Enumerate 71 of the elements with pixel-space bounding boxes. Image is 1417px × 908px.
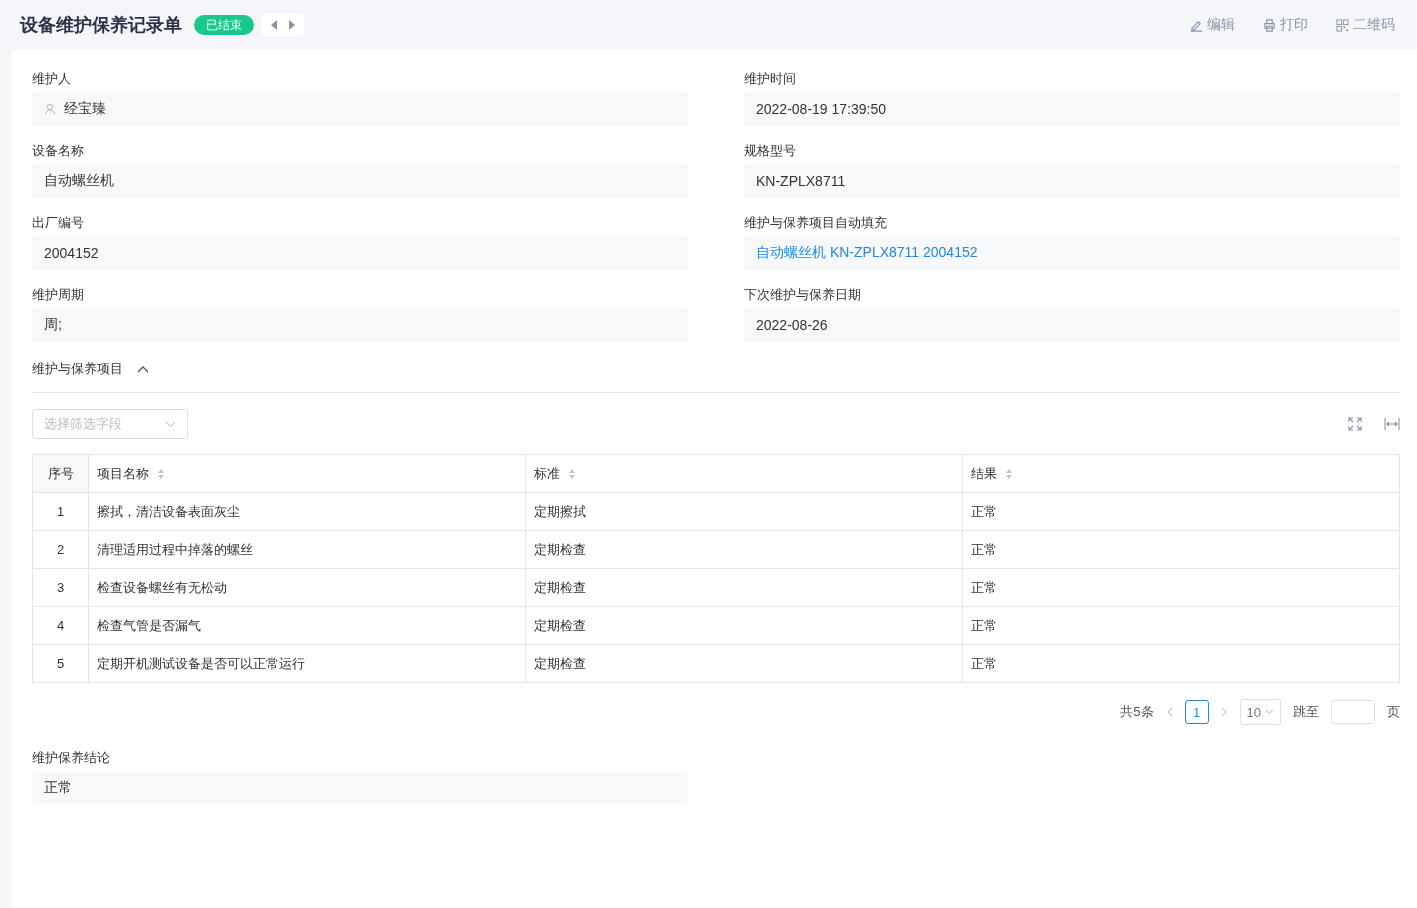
column-header: 标准 — [525, 454, 963, 493]
table-cell: 2 — [32, 530, 89, 569]
page-title: 设备维护保养记录单 — [20, 14, 182, 37]
field-value: 自动螺丝机 KN-ZPLX8711 2004152 — [744, 236, 1400, 270]
table-cell: 1 — [32, 492, 89, 531]
table-cell: 清理适用过程中掉落的螺丝 — [88, 530, 526, 569]
status-badge: 已结束 — [194, 15, 254, 35]
table-cell: 正常 — [962, 530, 1400, 569]
field-label: 维护与保养项目自动填充 — [744, 214, 887, 231]
fullscreen-icon[interactable] — [1348, 417, 1362, 431]
table-cell: 定期检查 — [525, 606, 963, 645]
sort-icon[interactable] — [1005, 467, 1013, 480]
field-value: 2022-08-19 17:39:50 — [744, 92, 1400, 126]
chevron-down-icon — [165, 420, 176, 428]
field-label: 维护时间 — [744, 70, 796, 87]
table-cell: 正常 — [962, 492, 1400, 531]
jump-input[interactable] — [1331, 700, 1375, 724]
field-value: KN-ZPLX8711 — [744, 164, 1400, 198]
page-suffix: 页 — [1387, 703, 1400, 721]
qr-code-icon — [1336, 18, 1349, 32]
field-label: 规格型号 — [744, 142, 796, 159]
column-width-icon[interactable] — [1384, 417, 1400, 431]
field-label: 维护周期 — [32, 286, 84, 303]
field-label: 维护保养结论 — [32, 749, 110, 766]
table-cell: 擦拭，清洁设备表面灰尘 — [88, 492, 526, 531]
table-cell: 定期擦拭 — [525, 492, 963, 531]
table-cell: 定期检查 — [525, 530, 963, 569]
column-header: 结果 — [962, 454, 1400, 493]
field-value: 经宝臻 — [32, 92, 688, 126]
table-cell: 定期开机测试设备是否可以正常运行 — [88, 644, 526, 683]
total-count: 共5条 — [1120, 703, 1154, 721]
next-icon[interactable] — [288, 19, 296, 31]
table-cell: 定期检查 — [525, 568, 963, 607]
field-label: 出厂编号 — [32, 214, 84, 231]
column-header: 项目名称 — [88, 454, 526, 493]
table-cell: 4 — [32, 606, 89, 645]
sort-icon[interactable] — [568, 467, 576, 480]
table-cell: 定期检查 — [525, 644, 963, 683]
field-value: 正常 — [32, 771, 688, 805]
table-cell: 正常 — [962, 644, 1400, 683]
field-value: 自动螺丝机 — [32, 164, 688, 198]
qrcode-button[interactable]: 二维码 — [1336, 16, 1395, 34]
previous-icon[interactable] — [270, 19, 278, 31]
next-page-icon[interactable] — [1220, 707, 1228, 717]
field-label: 设备名称 — [32, 142, 84, 159]
jump-label: 跳至 — [1293, 703, 1319, 721]
page-button[interactable]: 1 — [1184, 700, 1209, 724]
collapse-chevron-icon[interactable] — [137, 365, 149, 373]
field-value: 2022-08-26 — [744, 308, 1400, 342]
table-cell: 检查设备螺丝有无松动 — [88, 568, 526, 607]
printer-icon — [1263, 18, 1276, 32]
table-cell: 5 — [32, 644, 89, 683]
table-cell: 正常 — [962, 606, 1400, 645]
sort-icon[interactable] — [157, 467, 165, 480]
print-button[interactable]: 打印 — [1263, 16, 1308, 34]
field-value: 周; — [32, 308, 688, 342]
previous-page-icon[interactable] — [1165, 707, 1173, 717]
user-icon — [44, 103, 56, 115]
table-cell: 正常 — [962, 568, 1400, 607]
field-label: 维护人 — [32, 70, 71, 87]
field-value: 2004152 — [32, 236, 688, 270]
pencil-icon — [1190, 18, 1203, 32]
column-header: 序号 — [32, 454, 89, 493]
edit-button[interactable]: 编辑 — [1190, 16, 1235, 34]
table-cell: 3 — [32, 568, 89, 607]
page-size-select[interactable]: 10 — [1239, 699, 1281, 725]
chevron-down-icon — [1265, 709, 1274, 715]
field-label: 下次维护与保养日期 — [744, 286, 861, 303]
table-cell: 检查气管是否漏气 — [88, 606, 526, 645]
filter-select[interactable]: 选择筛选字段 — [32, 409, 188, 439]
section-title: 维护与保养项目 — [32, 360, 123, 378]
